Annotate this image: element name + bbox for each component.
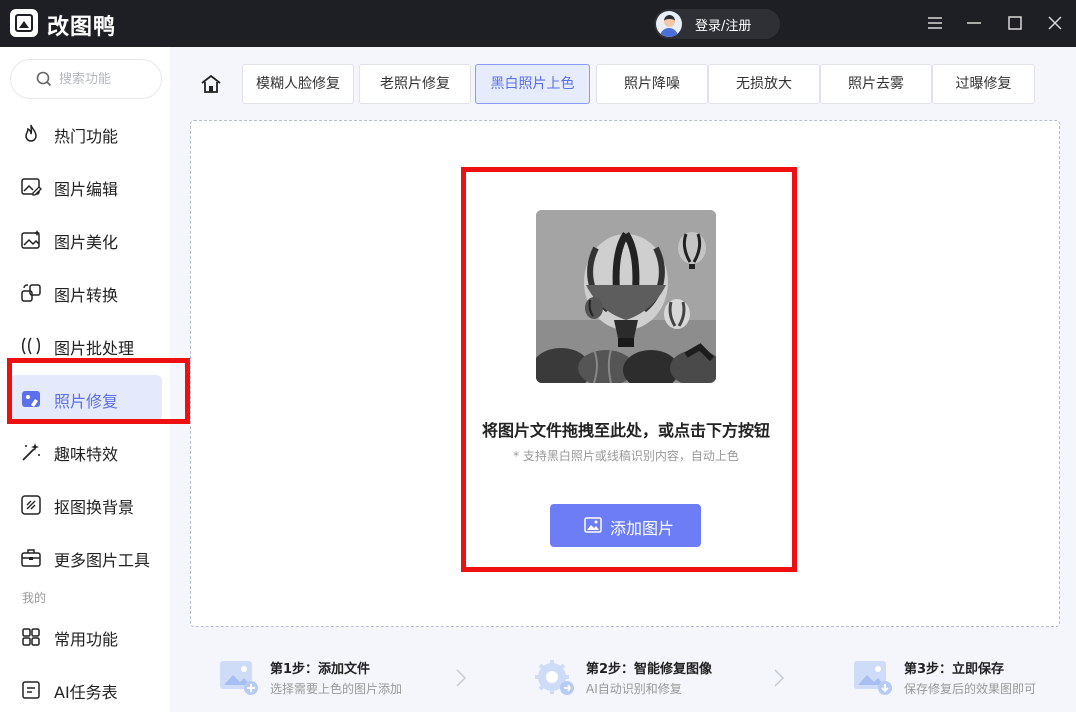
sidebar-item-label: 热门功能 <box>54 127 119 146</box>
menu-icon[interactable] <box>926 14 944 32</box>
search-input[interactable] <box>59 69 154 89</box>
login-button[interactable]: 登录/注册 <box>654 9 780 39</box>
image-edit-icon <box>21 178 42 196</box>
cutout-icon <box>21 495 41 515</box>
sidebar-item-convert[interactable]: 图片转换 <box>10 269 162 315</box>
minimize-icon[interactable] <box>965 14 983 32</box>
title-bar: 改图鸭 登录/注册 <box>0 0 1076 47</box>
avatar <box>656 11 682 37</box>
sidebar-item-label: 抠图换背景 <box>54 498 135 517</box>
step-2-title: 第2步：智能修复图像 <box>586 662 713 677</box>
search-icon <box>36 71 52 87</box>
tab-dehaze[interactable]: 照片去雾 <box>820 64 932 104</box>
step-3-title: 第3步：立即保存 <box>904 662 1005 677</box>
sidebar-item-label: 更多图片工具 <box>54 551 151 570</box>
step-3-desc: 保存修复后的效果图即可 <box>904 682 1037 696</box>
section-label-mine: 我的 <box>22 591 47 605</box>
sidebar-item-cutout[interactable]: 抠图换背景 <box>10 481 162 527</box>
sidebar-item-label: AI任务表 <box>54 683 118 702</box>
close-icon[interactable] <box>1046 14 1064 32</box>
sidebar-item-label: 趣味特效 <box>54 445 119 464</box>
sidebar-item-label: 常用功能 <box>54 630 119 649</box>
chevron-right-icon <box>774 669 785 687</box>
step-1-desc: 选择需要上色的图片添加 <box>270 682 403 696</box>
tab-upscale[interactable]: 无损放大 <box>708 64 820 104</box>
sidebar-item-hot[interactable]: 热门功能 <box>10 110 162 156</box>
toolbox-icon <box>21 549 41 567</box>
login-label: 登录/注册 <box>695 19 752 34</box>
tab-blur-face-repair[interactable]: 模糊人脸修复 <box>242 64 354 104</box>
app-logo <box>10 9 38 37</box>
grid-icon <box>22 628 40 646</box>
sidebar-item-label: 图片转换 <box>54 286 119 305</box>
save-step-icon <box>854 661 892 695</box>
sidebar-item-effects[interactable]: 趣味特效 <box>10 428 162 474</box>
sidebar-item-label: 图片编辑 <box>54 180 119 199</box>
magic-wand-icon <box>22 443 40 461</box>
convert-icon <box>21 284 41 302</box>
step-2-desc: AI自动识别和修复 <box>586 682 682 696</box>
sidebar-item-label: 图片批处理 <box>54 339 135 358</box>
step-1-title: 第1步：添加文件 <box>270 662 371 677</box>
sidebar-item-ai-tasks[interactable]: AI任务表 <box>10 666 162 712</box>
task-list-icon <box>22 681 40 699</box>
fire-icon <box>25 124 37 142</box>
sidebar-item-image-beautify[interactable]: 图片美化 <box>10 216 162 262</box>
ai-repair-step-icon <box>535 660 574 695</box>
tab-denoise[interactable]: 照片降噪 <box>596 64 708 104</box>
batch-icon <box>22 337 40 355</box>
highlight-frame-upload <box>461 167 797 572</box>
home-icon[interactable] <box>200 73 222 95</box>
tab-overexposure-repair[interactable]: 过曝修复 <box>932 64 1035 104</box>
sidebar-item-common[interactable]: 常用功能 <box>10 613 162 659</box>
add-file-step-icon <box>220 661 258 695</box>
sidebar-item-image-edit[interactable]: 图片编辑 <box>10 163 162 209</box>
sidebar-item-label: 图片美化 <box>54 233 119 252</box>
chevron-right-icon <box>456 669 467 687</box>
tab-old-photo-repair[interactable]: 老照片修复 <box>359 64 471 104</box>
sidebar-item-more-tools[interactable]: 更多图片工具 <box>10 534 162 580</box>
maximize-icon[interactable] <box>1006 14 1024 32</box>
search-box[interactable] <box>10 59 162 99</box>
highlight-frame-sidebar <box>7 358 190 424</box>
tab-colorize[interactable]: 黑白照片上色 <box>475 64 590 104</box>
image-beautify-icon <box>21 230 40 249</box>
app-title: 改图鸭 <box>47 15 117 40</box>
